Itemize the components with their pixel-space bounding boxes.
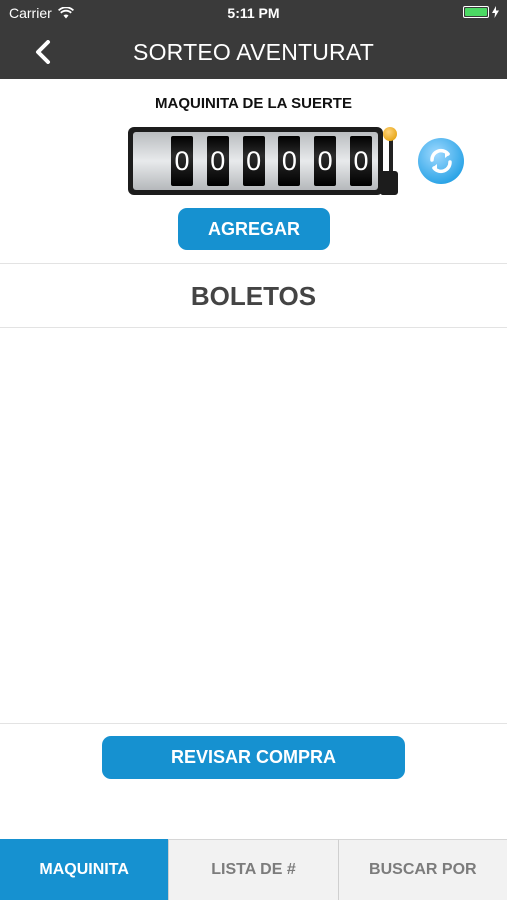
digit-2: 0	[206, 136, 229, 186]
lever-stick	[389, 135, 393, 175]
battery-indicator	[463, 6, 499, 18]
lever-knob[interactable]	[383, 127, 397, 141]
charging-bolt-icon	[492, 6, 499, 18]
lever-base	[380, 171, 398, 195]
machine-title: MAQUINITA DE LA SUERTE	[155, 95, 352, 112]
tickets-list	[0, 328, 507, 723]
tickets-heading: BOLETOS	[190, 281, 317, 311]
divider	[0, 263, 507, 264]
refresh-icon	[430, 148, 452, 174]
status-bar: Carrier 5:11 PM	[0, 0, 507, 26]
tab-bar: MAQUINITA LISTA DE # BUSCAR POR	[0, 839, 507, 900]
tab-buscar[interactable]: BUSCAR POR	[337, 839, 507, 900]
digit-5: 0	[314, 136, 337, 186]
navigation-bar: SORTEO AVENTURAT	[0, 26, 507, 79]
divider	[0, 723, 507, 724]
digit-1: 0	[171, 136, 193, 186]
battery-icon	[463, 6, 489, 18]
page-title: SORTEO AVENTURAT	[133, 39, 374, 65]
clock: 5:11 PM	[227, 5, 280, 21]
tab-maquinita[interactable]: MAQUINITA	[0, 839, 169, 900]
digit-4: 0	[278, 136, 301, 186]
review-purchase-button[interactable]: REVISAR COMPRA	[102, 736, 405, 779]
refresh-button[interactable]	[418, 138, 464, 184]
add-button[interactable]: AGREGAR	[178, 208, 330, 250]
digit-display: 0 0 0 0 0 0	[128, 127, 383, 195]
digit-3: 0	[242, 136, 265, 186]
tab-lista[interactable]: LISTA DE #	[168, 839, 338, 900]
digit-6: 0	[349, 136, 372, 186]
